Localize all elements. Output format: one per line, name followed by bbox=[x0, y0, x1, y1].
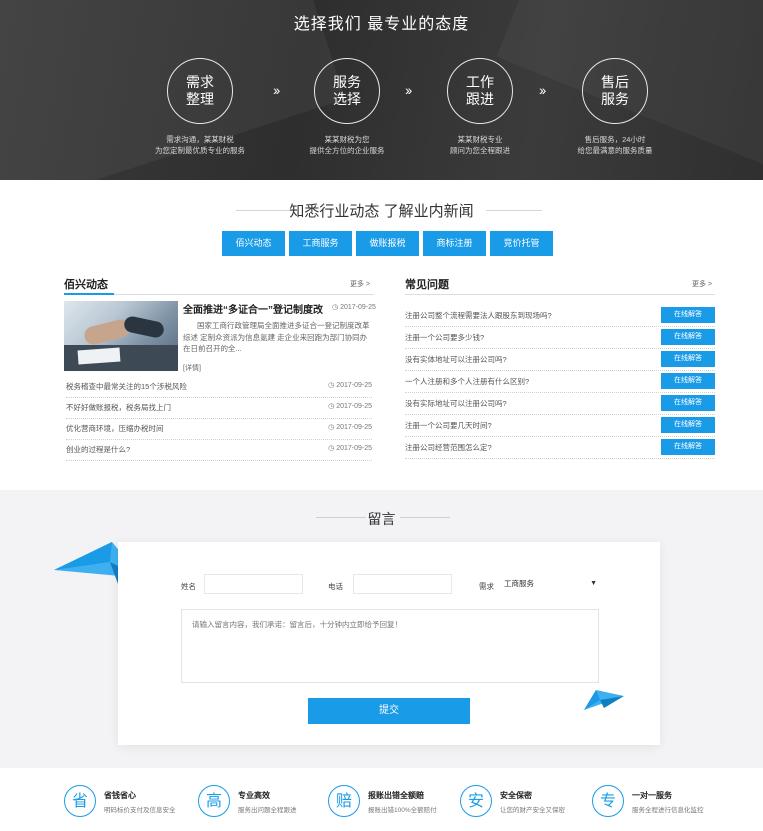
feature-subtitle: 让您的财产安全又保密 bbox=[500, 807, 565, 814]
faq-question[interactable]: 没有实体地址可以注册公司吗? bbox=[405, 354, 507, 365]
step-followup: 工作跟进 某某财税专业 顾问为您全程跟进 bbox=[410, 58, 550, 156]
online-answer-button[interactable]: 在线解答 bbox=[661, 395, 715, 411]
tab-bidding[interactable]: 竞价托管 bbox=[490, 231, 553, 256]
news-date: ◷ 2017-09-25 bbox=[328, 445, 372, 452]
news-tabs: 佰兴动态 工商服务 做账报税 商标注册 竞价托管 bbox=[222, 231, 553, 256]
faq-question[interactable]: 一个人注册和多个人注册有什么区别? bbox=[405, 376, 529, 387]
feature-title: 专业高效 bbox=[238, 791, 270, 800]
save-icon: 省 bbox=[64, 785, 96, 817]
online-answer-button[interactable]: 在线解答 bbox=[661, 307, 715, 323]
online-answer-button[interactable]: 在线解答 bbox=[661, 329, 715, 345]
step-circle: 服务选择 bbox=[314, 58, 380, 124]
section-divider bbox=[400, 517, 450, 518]
need-select-value: 工商服务 bbox=[504, 579, 534, 588]
step-arrow: ›› bbox=[539, 82, 546, 98]
step-circle: 工作跟进 bbox=[447, 58, 513, 124]
faq-more-link[interactable]: 更多 > bbox=[692, 279, 712, 289]
news-title[interactable]: 优化营商环境，压缩办税时间 bbox=[66, 423, 164, 434]
featured-news-title[interactable]: 全面推进“多证合一”登记制度改 bbox=[183, 301, 323, 316]
name-label: 姓名 bbox=[181, 582, 196, 591]
news-section-title: 知悉行业动态 了解业内新闻 bbox=[289, 203, 474, 220]
news-list-item[interactable]: 不好好做账报税，税务局找上门 ◷ 2017-09-25 bbox=[66, 398, 372, 419]
step-desc: 需求沟通，某某财税 为您定制最优质专业的服务 bbox=[155, 135, 245, 155]
faq-item: 注册一个公司要多少钱? 在线解答 bbox=[405, 327, 715, 349]
step-desc: 某某财税专业 顾问为您全程跟进 bbox=[450, 135, 510, 155]
faq-question[interactable]: 注册公司经营范围怎么定? bbox=[405, 442, 492, 453]
faq-question[interactable]: 注册一个公司要几天时间? bbox=[405, 420, 492, 431]
faq-item: 注册一个公司要几天时间? 在线解答 bbox=[405, 415, 715, 437]
faq-question[interactable]: 注册一个公司要多少钱? bbox=[405, 332, 484, 343]
phone-label: 电话 bbox=[328, 582, 343, 591]
hero-title: 选择我们 最专业的态度 bbox=[293, 16, 470, 33]
faq-question[interactable]: 注册公司整个流程需要法人跟股东到现场吗? bbox=[405, 310, 552, 321]
paper-plane-icon bbox=[584, 690, 624, 710]
step-circle: 售后服务 bbox=[582, 58, 648, 124]
message-title: 留言 bbox=[367, 511, 396, 527]
step-label: 售后服务 bbox=[601, 74, 629, 107]
heading-rule bbox=[64, 293, 374, 295]
news-title[interactable]: 创业的过程是什么? bbox=[66, 444, 130, 455]
efficient-icon: 高 bbox=[198, 785, 230, 817]
feature-subtitle: 服务全程进行信息化监控 bbox=[632, 807, 704, 814]
heading-rule bbox=[405, 294, 715, 295]
featured-news-date: ◷ 2017-09-25 bbox=[332, 304, 376, 311]
feature-title: 报账出错全额赔 bbox=[368, 791, 424, 800]
step-desc: 售后服务，24小时 给您最满意的服务质量 bbox=[577, 135, 653, 155]
faq-item: 没有实体地址可以注册公司吗? 在线解答 bbox=[405, 349, 715, 371]
online-answer-button[interactable]: 在线解答 bbox=[661, 351, 715, 367]
company-news-more-link[interactable]: 更多 > bbox=[350, 279, 370, 289]
security-icon: 安 bbox=[460, 785, 492, 817]
tab-bookkeeping[interactable]: 做账报税 bbox=[356, 231, 419, 256]
featured-news-summary: 国家工商行政管理局全面推进多证合一登记制度改革综述 定制众资派为信息氪建 走企业… bbox=[183, 321, 370, 353]
faq-item: 注册公司整个流程需要法人跟股东到现场吗? 在线解答 bbox=[405, 305, 715, 327]
faq-heading: 常见问题 bbox=[405, 279, 449, 291]
feature-subtitle: 服务出问题全程跟进 bbox=[238, 807, 297, 814]
tab-trademark[interactable]: 商标注册 bbox=[423, 231, 486, 256]
online-answer-button[interactable]: 在线解答 bbox=[661, 439, 715, 455]
section-divider bbox=[486, 210, 542, 211]
online-answer-button[interactable]: 在线解答 bbox=[661, 373, 715, 389]
step-label: 需求整理 bbox=[186, 74, 214, 107]
step-label: 工作跟进 bbox=[466, 74, 494, 107]
compensation-icon: 赔 bbox=[328, 785, 360, 817]
step-demand: 需求整理 需求沟通，某某财税 为您定制最优质专业的服务 bbox=[130, 58, 270, 156]
news-title[interactable]: 不好好做账报税，税务局找上门 bbox=[66, 402, 171, 413]
news-date: ◷ 2017-09-25 bbox=[328, 382, 372, 389]
featured-news-detail-link[interactable]: [详情] bbox=[183, 363, 201, 373]
hero-banner: 选择我们 最专业的态度 需求整理 需求沟通，某某财税 为您定制最优质专业的服务 ›… bbox=[0, 0, 763, 180]
news-list-item[interactable]: 创业的过程是什么? ◷ 2017-09-25 bbox=[66, 440, 372, 461]
news-list-item[interactable]: 优化营商环境，压缩办税时间 ◷ 2017-09-25 bbox=[66, 419, 372, 440]
tab-business-service[interactable]: 工商服务 bbox=[289, 231, 352, 256]
step-circle: 需求整理 bbox=[167, 58, 233, 124]
featured-news-image[interactable] bbox=[64, 301, 178, 371]
faq-item: 一个人注册和多个人注册有什么区别? 在线解答 bbox=[405, 371, 715, 393]
feature-title: 省钱省心 bbox=[104, 791, 136, 800]
online-answer-button[interactable]: 在线解答 bbox=[661, 417, 715, 433]
phone-input[interactable] bbox=[353, 574, 452, 594]
company-news-heading: 佰兴动态 bbox=[64, 279, 108, 291]
step-aftersales: 售后服务 售后服务，24小时 给您最满意的服务质量 bbox=[545, 58, 685, 156]
news-date: ◷ 2017-09-25 bbox=[328, 403, 372, 410]
step-desc: 某某财税为您 提供全方位的企业服务 bbox=[309, 135, 385, 155]
dedicated-icon: 专 bbox=[592, 785, 624, 817]
feature-subtitle: 明码标价支付及信息安全 bbox=[104, 807, 176, 814]
submit-button[interactable]: 提交 bbox=[308, 698, 470, 724]
faq-item: 注册公司经营范围怎么定? 在线解答 bbox=[405, 437, 715, 459]
dropdown-arrow-icon: ▼ bbox=[590, 580, 597, 587]
feature-title: 安全保密 bbox=[500, 791, 532, 800]
feature-subtitle: 报账出错100%全额赔付 bbox=[368, 807, 437, 814]
message-textarea[interactable]: 请输入留言内容，我们承诺：留言后，十分钟内立即给予回复！ bbox=[181, 609, 599, 683]
faq-item: 没有实际地址可以注册公司吗? 在线解答 bbox=[405, 393, 715, 415]
step-label: 服务选择 bbox=[333, 74, 361, 107]
feature-title: 一对一服务 bbox=[632, 791, 672, 800]
name-input[interactable] bbox=[204, 574, 303, 594]
need-select[interactable]: 工商服务 ▼ bbox=[500, 574, 600, 594]
tab-baixing-news[interactable]: 佰兴动态 bbox=[222, 231, 285, 256]
step-service: 服务选择 某某财税为您 提供全方位的企业服务 bbox=[277, 58, 417, 156]
news-title[interactable]: 税务稽查中最常关注的15个涉税风险 bbox=[66, 381, 187, 392]
need-label: 需求 bbox=[479, 582, 494, 591]
news-date: ◷ 2017-09-25 bbox=[328, 424, 372, 431]
faq-question[interactable]: 没有实际地址可以注册公司吗? bbox=[405, 398, 507, 409]
news-list-item[interactable]: 税务稽查中最常关注的15个涉税风险 ◷ 2017-09-25 bbox=[66, 377, 372, 398]
